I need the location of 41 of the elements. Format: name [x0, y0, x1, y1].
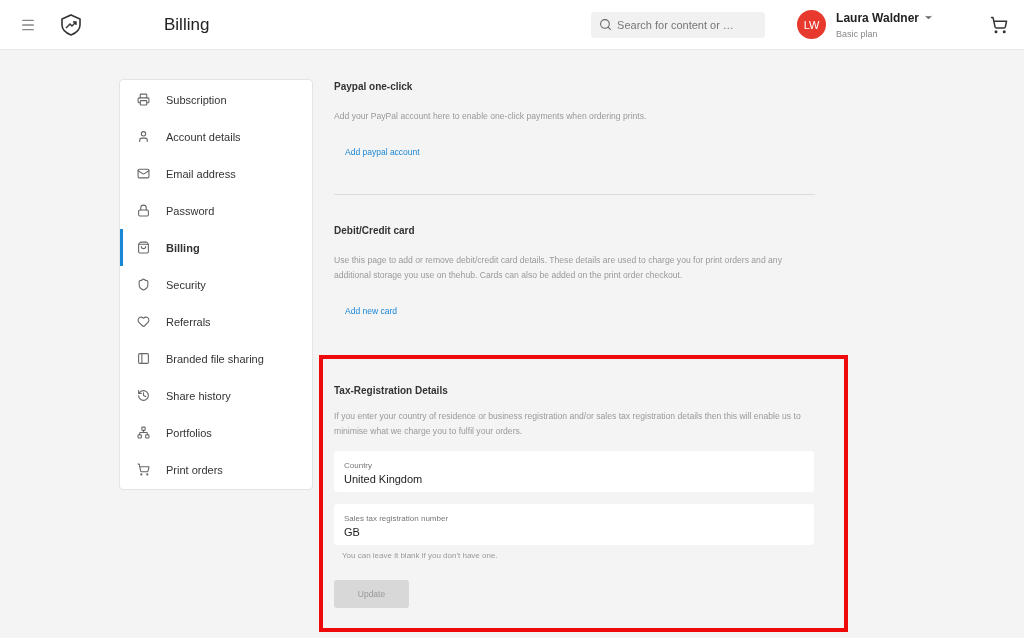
network-icon	[137, 426, 150, 439]
lock-icon	[137, 204, 150, 217]
field-label: Sales tax registration number	[344, 514, 449, 523]
user-icon	[137, 130, 150, 143]
sidebar-item[interactable]: Referrals	[120, 303, 312, 340]
search-field[interactable]: Search for content or …	[591, 11, 766, 38]
section-description: Add your PayPal account here to enable one-click payments when ordering prints.	[334, 110, 648, 123]
field-hint: You can leave it blank if you don't have one.	[342, 551, 499, 560]
sidebar-item[interactable]: Account details	[120, 118, 312, 155]
page-title: Billing	[164, 14, 211, 35]
section-title: Paypal one-click	[334, 81, 414, 92]
section-title: Tax-Registration Details	[334, 385, 449, 396]
sidebar-item[interactable]: Security	[120, 266, 312, 303]
shield-logo-icon[interactable]	[60, 12, 82, 37]
user-avatar[interactable]: LW	[797, 10, 827, 39]
sidebar-item[interactable]: Email address	[120, 155, 312, 192]
sidebar-item[interactable]: Portfolios	[120, 414, 312, 451]
section-description: Use this page to add or remove debit/credit card details. These details are used to charge you for print orders and any additional storage you use on thehub. Cards can also be added on the print order checkout.	[334, 254, 783, 282]
cart-icon	[137, 463, 150, 476]
add-link[interactable]: Add paypal account	[345, 147, 420, 157]
field-label: Country	[344, 461, 372, 470]
shield-icon	[137, 278, 150, 291]
bag-icon	[137, 241, 150, 254]
heart-icon	[137, 315, 150, 328]
sidebar-item[interactable]: Password	[120, 192, 312, 229]
history-icon	[137, 389, 150, 402]
sidebar-item[interactable]: Subscription	[120, 81, 312, 118]
panel-icon	[137, 352, 150, 365]
search-icon	[599, 17, 613, 31]
add-link[interactable]: Add new card	[345, 306, 397, 316]
cart-icon[interactable]	[990, 15, 1008, 34]
section-title: Debit/Credit card	[334, 225, 416, 236]
user-plan: Basic plan	[836, 28, 879, 39]
printer-icon	[137, 93, 150, 106]
user-name[interactable]: Laura Waldner	[836, 10, 919, 25]
sidebar-item[interactable]: Share history	[120, 377, 312, 414]
sidebar-item[interactable]: Branded file sharing	[120, 340, 312, 377]
sidebar-item[interactable]: Print orders	[120, 451, 312, 488]
mail-icon	[137, 167, 150, 180]
sidebar-item[interactable]: Billing	[120, 229, 312, 266]
section-description: If you enter your country of residence or business registration and/or sales tax registration details then this will enable us to minimise what we charge you to fulfil your orders.	[334, 410, 802, 438]
